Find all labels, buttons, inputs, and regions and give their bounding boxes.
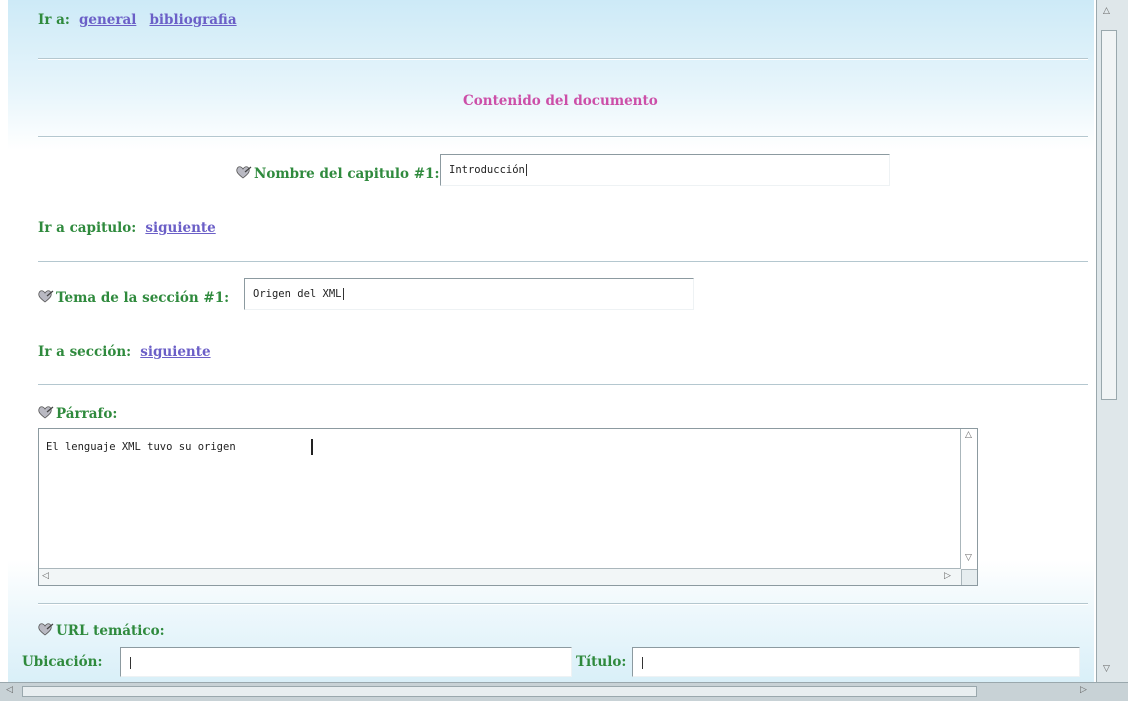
scroll-right-icon[interactable]: ▷ (1080, 685, 1087, 695)
paragraph-text: El lenguaje XML tuvo su origen (46, 441, 236, 453)
heart-pencil-icon (38, 623, 54, 636)
text-cursor-icon (311, 439, 317, 455)
chapter-label-row: Nombre del capitulo #1: (236, 163, 439, 182)
textarea-resize-corner[interactable] (961, 569, 977, 585)
top-nav: Ir a: general bibliografia (38, 9, 237, 28)
location-label: Ubicación: (22, 654, 103, 670)
section-topic-input[interactable]: Origen del XML (244, 278, 694, 310)
paragraph-label-row: Párrafo: (38, 403, 117, 422)
go-to-chapter-label: Ir a capitulo: (38, 220, 137, 236)
paragraph-label: Párrafo: (56, 406, 118, 422)
window-horizontal-scrollbar[interactable]: ◁ ▷ (0, 682, 1128, 701)
go-to-section-label: Ir a sección: (38, 344, 132, 360)
textarea-vertical-scrollbar[interactable]: △ ▽ (960, 429, 977, 569)
scroll-down-icon[interactable]: ▽ (1103, 664, 1110, 674)
content-header: Contenido del documento (463, 93, 658, 109)
section-label-row: Tema de la sección #1: (38, 287, 229, 306)
divider (38, 58, 1088, 60)
title-label: Título: (576, 654, 627, 670)
divider (38, 603, 1088, 605)
section-topic-label: Tema de la sección #1: (56, 290, 230, 306)
next-chapter-link[interactable]: siguiente (145, 220, 215, 236)
vertical-scroll-thumb[interactable] (1101, 30, 1117, 400)
section-nav: Ir a sección: siguiente (38, 341, 211, 360)
chapter-nav: Ir a capitulo: siguiente (38, 217, 216, 236)
textarea-horizontal-scrollbar[interactable]: ◁ ▷ (39, 568, 961, 585)
divider (38, 261, 1088, 263)
divider (38, 136, 1088, 138)
scroll-left-icon[interactable]: ◁ (42, 571, 49, 581)
chapter-name-value: Introducción (449, 164, 525, 176)
go-to-label: Ir a: (38, 12, 70, 28)
scroll-left-icon[interactable]: ◁ (6, 685, 13, 695)
chapter-name-input[interactable]: Introducción (440, 154, 890, 186)
window-vertical-scrollbar[interactable]: △ ▽ (1096, 0, 1128, 682)
page-content: Ir a: general bibliografia Contenido del… (8, 0, 1094, 682)
scroll-up-icon[interactable]: △ (1103, 6, 1110, 16)
browser-window: Ir a: general bibliografia Contenido del… (0, 0, 1128, 701)
location-input[interactable] (120, 647, 572, 677)
scroll-up-icon[interactable]: △ (965, 430, 972, 440)
title-input[interactable] (632, 647, 1080, 677)
divider (38, 384, 1088, 386)
url-label-row: URL temático: (38, 620, 165, 639)
link-bibliografia[interactable]: bibliografia (149, 12, 236, 28)
horizontal-scroll-thumb[interactable] (22, 686, 977, 697)
scroll-right-icon[interactable]: ▷ (944, 571, 951, 581)
heart-pencil-icon (38, 290, 54, 303)
heart-pencil-icon (38, 406, 54, 419)
scroll-down-icon[interactable]: ▽ (965, 553, 972, 563)
url-topic-label: URL temático: (56, 623, 165, 639)
chapter-name-label: Nombre del capitulo #1: (254, 166, 440, 182)
link-general[interactable]: general (79, 12, 136, 28)
heart-pencil-icon (236, 166, 252, 179)
section-topic-value: Origen del XML (253, 288, 342, 300)
paragraph-textarea[interactable]: El lenguaje XML tuvo su origen △ ▽ ◁ ▷ (38, 428, 978, 586)
next-section-link[interactable]: siguiente (140, 344, 210, 360)
